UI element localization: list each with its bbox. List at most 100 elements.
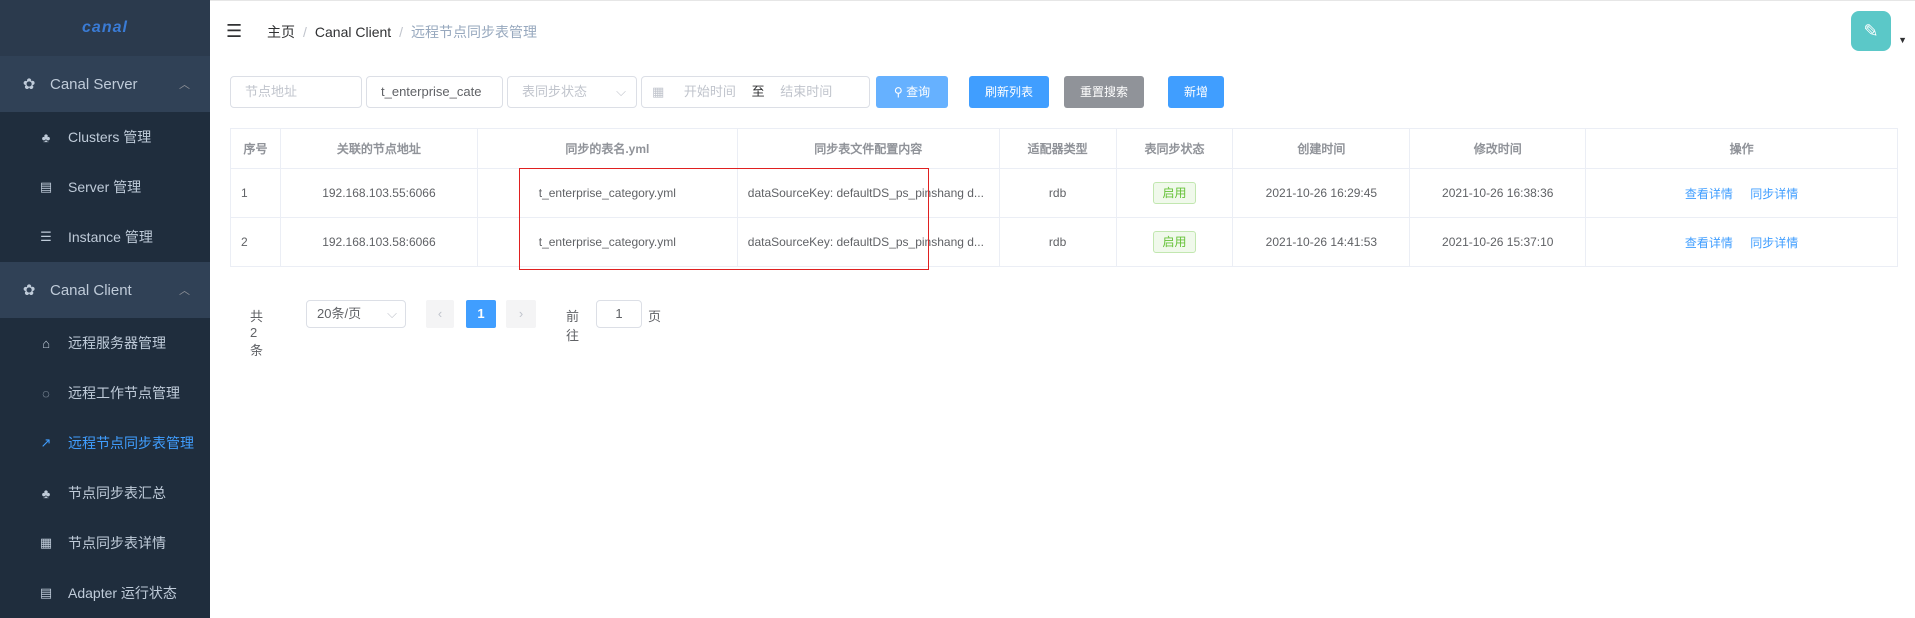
next-page-button[interactable]: › bbox=[506, 300, 536, 328]
gear-icon: ✿ bbox=[22, 76, 36, 93]
sync-table: 序号 关联的节点地址 同步的表名.yml 同步表文件配置内容 适配器类型 表同步… bbox=[230, 128, 1898, 267]
sync-status-select[interactable]: 表同步状态 ⌵ bbox=[507, 76, 637, 108]
header-node: 关联的节点地址 bbox=[279, 128, 478, 169]
sync-detail-link[interactable]: 同步详情 bbox=[1750, 236, 1798, 250]
list-icon: ☰ bbox=[40, 229, 52, 244]
breadcrumb: 主页 / Canal Client / 远程节点同步表管理 bbox=[267, 22, 537, 42]
cell-status: 启用 bbox=[1115, 168, 1234, 218]
cell-created: 2021-10-26 14:41:53 bbox=[1232, 217, 1411, 267]
page-size-select[interactable]: 20条/页 ⌵ bbox=[306, 300, 406, 328]
header-yml: 同步的表名.yml bbox=[476, 128, 738, 169]
cell-modified: 2021-10-26 15:37:10 bbox=[1409, 217, 1587, 267]
refresh-list-button[interactable]: 刷新列表 bbox=[969, 76, 1049, 108]
node-address-input[interactable]: 节点地址 bbox=[230, 76, 362, 108]
sidebar-item-label: Server 管理 bbox=[68, 179, 142, 195]
gear-icon: ✿ bbox=[22, 282, 36, 299]
cell-adapter: rdb bbox=[998, 168, 1117, 218]
search-icon: ⚲ bbox=[893, 85, 903, 99]
end-date-placeholder: 结束时间 bbox=[780, 84, 833, 99]
cell-adapter: rdb bbox=[998, 217, 1117, 267]
sidebar-item-remote-worker[interactable]: ◌ 远程工作节点管理 bbox=[0, 368, 210, 418]
table-header-row: 序号 关联的节点地址 同步的表名.yml 同步表文件配置内容 适配器类型 表同步… bbox=[230, 128, 1898, 169]
chevron-down-icon: ⌵ bbox=[387, 306, 397, 321]
chat-icon: ◌ bbox=[42, 385, 50, 401]
table-row: 1 192.168.103.55:6066 t_enterprise_categ… bbox=[230, 168, 1898, 218]
sidebar-item-label: Clusters 管理 bbox=[68, 129, 152, 145]
document-edit-icon: ▤ bbox=[39, 585, 53, 600]
page-size-value: 20条/页 bbox=[317, 306, 362, 321]
avatar[interactable]: ✎ bbox=[1851, 11, 1891, 51]
calendar-icon: ▦ bbox=[652, 84, 665, 99]
cell-created: 2021-10-26 16:29:45 bbox=[1232, 168, 1411, 218]
reset-search-button[interactable]: 重置搜索 bbox=[1064, 76, 1144, 108]
sidebar-item-sync-detail[interactable]: ▦ 节点同步表详情 bbox=[0, 518, 210, 568]
breadcrumb-canal-client[interactable]: Canal Client bbox=[315, 24, 391, 40]
hamburger-icon[interactable]: ☰ bbox=[226, 21, 242, 42]
menu-group-label: Canal Client bbox=[50, 281, 132, 299]
header-modified: 修改时间 bbox=[1409, 128, 1587, 169]
chevron-down-icon: ⌵ bbox=[616, 84, 626, 99]
cell-modified: 2021-10-26 16:38:36 bbox=[1409, 168, 1587, 218]
chevron-up-icon: ︿ bbox=[179, 79, 190, 91]
cell-node: 192.168.103.58:6066 bbox=[279, 217, 478, 267]
cell-actions: 查看详情 同步详情 bbox=[1585, 168, 1898, 218]
document-edit-icon: ▤ bbox=[39, 179, 53, 194]
view-detail-link[interactable]: 查看详情 bbox=[1685, 187, 1733, 201]
cell-actions: 查看详情 同步详情 bbox=[1585, 217, 1898, 267]
sidebar-item-remote-sync-table[interactable]: ↗ 远程节点同步表管理 bbox=[0, 418, 210, 468]
search-button[interactable]: ⚲ 查询 bbox=[876, 76, 948, 108]
goto-label: 前往 bbox=[566, 309, 580, 343]
sync-status-placeholder: 表同步状态 bbox=[522, 84, 588, 99]
sidebar-item-adapter-status[interactable]: ▤ Adapter 运行状态 bbox=[0, 568, 210, 618]
add-button[interactable]: 新增 bbox=[1168, 76, 1224, 108]
grid-icon: ▦ bbox=[39, 535, 53, 550]
sidebar-item-label: 远程节点同步表管理 bbox=[68, 435, 194, 451]
header-index: 序号 bbox=[230, 128, 281, 169]
status-badge: 启用 bbox=[1153, 231, 1196, 253]
view-detail-link[interactable]: 查看详情 bbox=[1685, 236, 1733, 250]
table-name-input[interactable]: t_enterprise_cate bbox=[366, 76, 503, 108]
status-badge: 启用 bbox=[1153, 182, 1196, 204]
menu-group-label: Canal Server bbox=[50, 75, 138, 93]
header-config: 同步表文件配置内容 bbox=[736, 128, 1000, 169]
breadcrumb-separator: / bbox=[399, 24, 404, 40]
sync-detail-link[interactable]: 同步详情 bbox=[1750, 187, 1798, 201]
sidebar-item-server[interactable]: ▤ Server 管理 bbox=[0, 162, 210, 212]
highlight-annotation-box bbox=[519, 168, 929, 270]
range-separator: 至 bbox=[751, 84, 765, 99]
sidebar-item-sync-summary[interactable]: ♣ 节点同步表汇总 bbox=[0, 468, 210, 518]
sidebar-item-label: 远程工作节点管理 bbox=[68, 385, 180, 401]
prev-page-button[interactable]: ‹ bbox=[426, 300, 454, 328]
search-button-label: 查询 bbox=[906, 85, 931, 99]
date-range-picker[interactable]: ▦ 开始时间 至 结束时间 bbox=[641, 76, 870, 108]
breadcrumb-home[interactable]: 主页 bbox=[267, 24, 295, 40]
sidebar-item-clusters[interactable]: ♣ Clusters 管理 bbox=[0, 112, 210, 162]
menu-group-canal-server[interactable]: ✿ Canal Server ︿ bbox=[0, 56, 210, 112]
header-status: 表同步状态 bbox=[1115, 128, 1234, 169]
sidebar-item-label: 节点同步表汇总 bbox=[68, 485, 166, 501]
chevron-right-icon: › bbox=[518, 306, 524, 321]
sidebar-item-label: 节点同步表详情 bbox=[68, 535, 166, 551]
header-actions: 操作 bbox=[1585, 128, 1898, 169]
caret-down-icon[interactable]: ▼ bbox=[1898, 35, 1907, 45]
sidebar-item-label: Instance 管理 bbox=[68, 229, 153, 245]
table-row: 2 192.168.103.58:6066 t_enterprise_categ… bbox=[230, 217, 1898, 267]
cell-index: 1 bbox=[230, 168, 281, 218]
cell-node: 192.168.103.55:6066 bbox=[279, 168, 478, 218]
page-number-current[interactable]: 1 bbox=[466, 300, 496, 328]
main-content: ☰ 主页 / Canal Client / 远程节点同步表管理 ✎ ▼ 节点地址 t_e… bbox=[210, 0, 1915, 614]
external-link-icon: ↗ bbox=[40, 435, 52, 450]
sidebar-item-instance[interactable]: ☰ Instance 管理 bbox=[0, 212, 210, 262]
pagination-total: 共 2 条 bbox=[250, 309, 264, 358]
goto-page-input[interactable]: 1 bbox=[596, 300, 642, 328]
sidebar: canal ✿ Canal Server ︿ ♣ Clusters 管理 ▤ S… bbox=[0, 0, 210, 618]
logo[interactable]: canal bbox=[0, 0, 210, 56]
cell-index: 2 bbox=[230, 217, 281, 267]
header-created: 创建时间 bbox=[1232, 128, 1411, 169]
sidebar-item-remote-server[interactable]: ⌂ 远程服务器管理 bbox=[0, 318, 210, 368]
chevron-up-icon: ︿ bbox=[179, 285, 190, 297]
page-suffix: 页 bbox=[648, 309, 662, 324]
sidebar-item-label: Adapter 运行状态 bbox=[68, 585, 177, 601]
breadcrumb-separator: / bbox=[303, 24, 307, 40]
menu-group-canal-client[interactable]: ✿ Canal Client ︿ bbox=[0, 262, 210, 318]
